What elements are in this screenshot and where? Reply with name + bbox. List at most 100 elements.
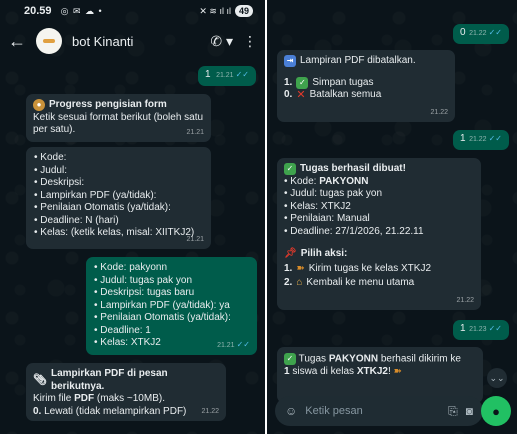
list-item: • Penilaian Otomatis (ya/tidak): bbox=[34, 202, 204, 215]
incoming-message[interactable]: ● Progress pengisian form Ketik sesuai f… bbox=[26, 94, 211, 142]
message-text: Ketik sesuai format berikut (boleh satu … bbox=[33, 111, 204, 136]
incoming-message[interactable]: 📎︎ Lampirkan PDF di pesan berikutnya. Ki… bbox=[26, 363, 226, 421]
message-title: Lampirkan PDF di pesan berikutnya. bbox=[50, 368, 168, 392]
outgoing-message[interactable]: 0 21.22 ✓✓ bbox=[453, 24, 509, 44]
paperclip-icon: 📎︎ bbox=[33, 374, 47, 387]
option-text: Kirim tugas ke kelas XTKJ2 bbox=[308, 262, 431, 274]
back-arrow-icon[interactable]: ← bbox=[8, 31, 30, 52]
message-title-row: 📎︎ Lampirkan PDF di pesan berikutnya. bbox=[33, 368, 219, 393]
list-item-text: Deskripsi: bbox=[40, 177, 85, 188]
message-time: 21.22 bbox=[469, 135, 487, 143]
message-time: 21.22 bbox=[430, 108, 448, 116]
camera-icon[interactable]: ◙ bbox=[466, 404, 473, 418]
incoming-message[interactable]: ✓ Tugas PAKYONN berhasil dikirim ke 1 si… bbox=[277, 347, 483, 403]
cross-mark-icon: ✕ bbox=[296, 89, 306, 101]
message-line: 0. Lewati (tidak melampirkan PDF) bbox=[33, 406, 219, 419]
message-input[interactable]: Ketik pesan bbox=[305, 405, 440, 417]
action-title-row: 📌︎ Pilih aksi: bbox=[284, 248, 474, 261]
text-segment: ! bbox=[387, 366, 391, 378]
message-title: Progress pengisian form bbox=[49, 99, 167, 110]
home-icon: ⌂ bbox=[296, 277, 303, 288]
text-segment: Kirim file bbox=[33, 393, 75, 404]
option-text: Lewati (tidak melampirkan PDF) bbox=[41, 405, 187, 417]
list-item: • Lampirkan PDF (ya/tidak): ya bbox=[94, 300, 250, 313]
list-item: • Lampirkan PDF (ya/tidak): bbox=[34, 190, 204, 203]
list-item-text: Kode: bbox=[40, 152, 67, 163]
text-segment: siswa di kelas bbox=[289, 366, 357, 378]
outgoing-message[interactable]: 1 21.21 ✓✓ bbox=[198, 66, 256, 86]
message-line: 1 siswa di kelas XTKJ2! ➽ bbox=[284, 366, 476, 379]
list-item-text: Kelas: XTKJ2 bbox=[290, 200, 351, 212]
outgoing-message[interactable]: • Kode: pakyonn • Judul: tugas pak yon • D… bbox=[86, 257, 257, 355]
incoming-message[interactable]: ⇥ Lampiran PDF dibatalkan. 1. ✓ Simpan t… bbox=[277, 50, 455, 122]
message-time: 21.22 bbox=[456, 296, 474, 304]
message-text: 1 bbox=[460, 323, 466, 334]
option-number: 0. bbox=[284, 89, 293, 100]
option-number: 2. bbox=[284, 277, 293, 288]
read-ticks-icon: ✓✓ bbox=[488, 323, 502, 333]
form-answer-list: • Kode: pakyonn • Judul: tugas pak yon • D… bbox=[94, 262, 250, 350]
list-item: • Judul: tugas pak yon bbox=[94, 275, 250, 288]
check-mark-icon: ✓ bbox=[284, 353, 296, 365]
avatar[interactable] bbox=[36, 28, 62, 54]
outgoing-message[interactable]: 1 21.23 ✓✓ bbox=[453, 320, 509, 340]
list-item: • Judul: tugas pak yon bbox=[284, 188, 474, 201]
send-hand-icon: ➽ bbox=[296, 262, 305, 274]
list-item-text: Penilaian Otomatis (ya/tidak): bbox=[40, 202, 171, 213]
cancel-arrow-icon: ⇥ bbox=[284, 55, 296, 68]
option-text: Batalkan semua bbox=[309, 89, 382, 100]
outgoing-message[interactable]: 1 21.22 ✓✓ bbox=[453, 130, 509, 150]
microphone-icon[interactable]: ● bbox=[481, 396, 511, 426]
check-mark-icon: ✓ bbox=[296, 76, 309, 89]
message-time: 21.22 bbox=[201, 407, 219, 415]
list-item-text: Kelas: (ketik kelas, misal: XIITKJ2) bbox=[40, 227, 195, 238]
list-item-text: Deskripsi: tugas baru bbox=[100, 287, 195, 298]
more-options-icon[interactable]: ⋮ bbox=[243, 33, 257, 50]
list-item: • Kode: pakyonn bbox=[94, 262, 250, 275]
message-time: 21.23 bbox=[469, 325, 487, 333]
read-ticks-icon: ✓✓ bbox=[236, 339, 250, 349]
attach-icon[interactable]: ⎘ bbox=[448, 404, 458, 419]
cookie-icon: ● bbox=[33, 99, 45, 112]
message-text: 1 bbox=[205, 69, 211, 80]
text-segment: berhasil dikirim ke bbox=[378, 353, 461, 365]
message-title-row: ⇥ Lampiran PDF dibatalkan. bbox=[284, 55, 448, 68]
action-row: 1. ➽ Kirim tugas ke kelas XTKJ2 bbox=[284, 263, 474, 276]
chat-screen-left: 20.59 ◎ ✉ ☁ • ✕ ≋ ıl ıl 49 ← bot Kinanti… bbox=[0, 0, 265, 434]
avatar-logo-icon bbox=[43, 39, 55, 43]
read-ticks-icon: ✓✓ bbox=[488, 27, 502, 37]
list-item-text: Lampirkan PDF (ya/tidak): ya bbox=[100, 299, 230, 311]
list-item-text: Kelas: XTKJ2 bbox=[100, 337, 161, 348]
chat-title[interactable]: bot Kinanti bbox=[72, 34, 210, 49]
message-text: 1 bbox=[460, 133, 466, 144]
status-bar: 20.59 ◎ ✉ ☁ • ✕ ≋ ıl ıl 49 bbox=[0, 0, 265, 22]
check-mark-icon: ✓ bbox=[284, 163, 296, 176]
message-time: 21.21 bbox=[217, 341, 235, 349]
message-time: 21.21 bbox=[216, 71, 234, 79]
list-item-text: Deadline: 27/1/2026, 21.22.11 bbox=[290, 225, 424, 237]
action-title: Pilih aksi: bbox=[300, 248, 348, 259]
send-hand-icon: ➽ bbox=[393, 366, 402, 378]
emoji-sticker-icon[interactable]: ☺ bbox=[285, 404, 297, 418]
read-ticks-icon: ✓✓ bbox=[488, 133, 502, 143]
status-time: 20.59 bbox=[24, 5, 52, 17]
list-item-text: Penilaian Otomatis (ya/tidak): bbox=[100, 312, 231, 323]
read-ticks-icon: ✓✓ bbox=[235, 69, 249, 79]
message-time: 21.21 bbox=[186, 128, 204, 136]
call-icon[interactable]: ✆ ▾ bbox=[210, 33, 233, 50]
option-row: 0. ✕ Batalkan semua bbox=[284, 89, 448, 102]
detail-list: • Judul: tugas pak yon • Kelas: XTKJ2 • Pe… bbox=[284, 188, 474, 238]
message-title-row: ● Progress pengisian form bbox=[33, 99, 204, 112]
incoming-message[interactable]: • Kode: • Judul: • Deskripsi: • Lampirkan P… bbox=[26, 147, 211, 249]
list-item: • Deskripsi: tugas baru bbox=[94, 287, 250, 300]
action-row: 2. ⌂ Kembali ke menu utama bbox=[284, 277, 474, 290]
list-item: • Deadline: 27/1/2026, 21.22.11 bbox=[284, 226, 474, 239]
incoming-message[interactable]: ✓ Tugas berhasil dibuat! • Kode: PAKYONN… bbox=[277, 158, 481, 310]
message-title: Tugas berhasil dibuat! bbox=[300, 163, 406, 174]
scroll-down-icon[interactable]: ⌄⌄ bbox=[487, 368, 507, 388]
text-bold: XTKJ2 bbox=[356, 366, 388, 378]
message-composer[interactable]: ☺ Ketik pesan ⎘ ◙ bbox=[275, 396, 483, 426]
detail-line: • Kode: PAKYONN bbox=[284, 175, 369, 187]
notification-icons: ◎ ✉ ☁ • bbox=[60, 6, 103, 16]
list-item-text: Deadline: N (hari) bbox=[40, 214, 119, 226]
